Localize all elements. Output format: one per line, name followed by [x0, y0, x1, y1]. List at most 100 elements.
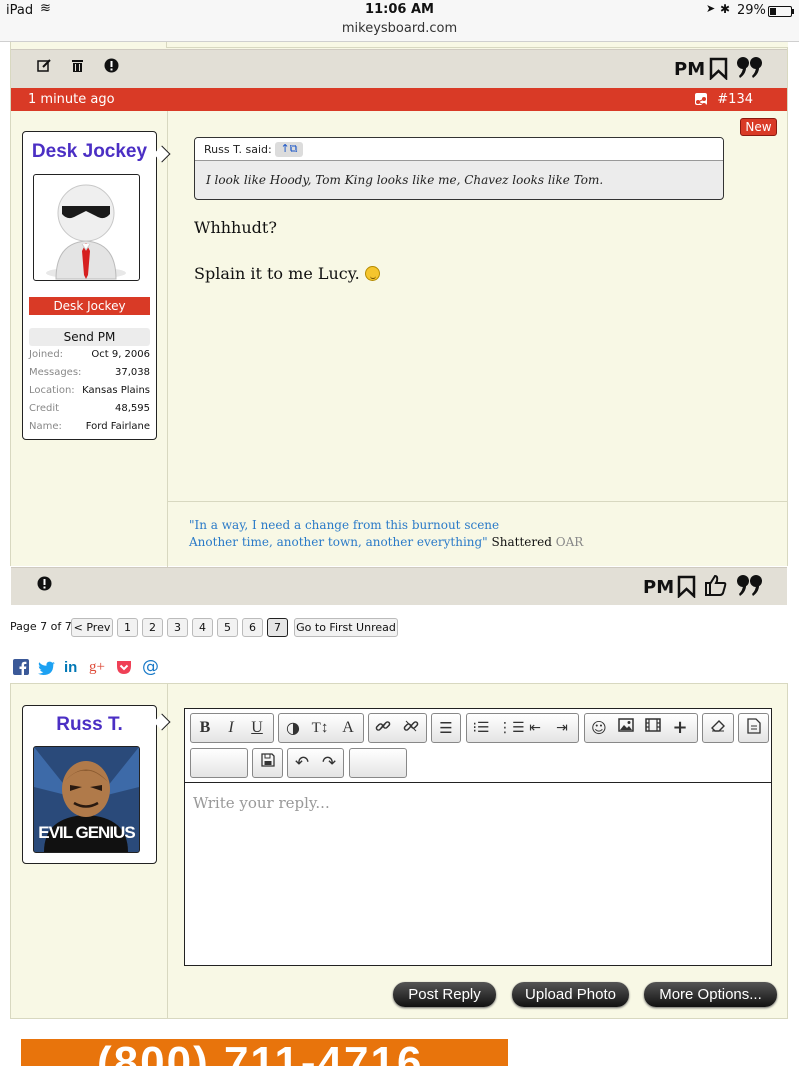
- more-insert-icon[interactable]: +: [670, 718, 690, 738]
- undo-icon[interactable]: ↶: [292, 753, 312, 773]
- pm-button[interactable]: PM: [674, 59, 705, 80]
- page: iPad ≋ 11:06 AM mikeysboard.com ➤ ✱ 29% …: [0, 0, 799, 1066]
- underline-button[interactable]: U: [247, 718, 267, 738]
- page-link[interactable]: 6: [242, 618, 263, 637]
- align-icon[interactable]: ☰: [436, 718, 456, 738]
- post-time[interactable]: 1 minute ago: [28, 92, 115, 107]
- page-link[interactable]: 5: [217, 618, 238, 637]
- toolbar-group-align: ☰: [431, 713, 461, 743]
- message-line: Splain it to me Lucy.: [194, 264, 380, 283]
- save-draft-icon[interactable]: [258, 753, 278, 773]
- linkedin-icon[interactable]: in: [64, 659, 77, 676]
- facebook-icon[interactable]: [13, 659, 29, 679]
- reply-textarea[interactable]: Write your reply...: [185, 782, 771, 965]
- color-icon[interactable]: ◑: [283, 718, 303, 738]
- link-icon[interactable]: [373, 718, 393, 738]
- source-icon[interactable]: [744, 718, 764, 738]
- reply-avatar[interactable]: EVIL GENIUS: [33, 746, 140, 853]
- media-icon[interactable]: [643, 718, 663, 738]
- toolbar-group-source: [738, 713, 769, 743]
- upload-photo-button[interactable]: Upload Photo: [512, 982, 629, 1007]
- page-link[interactable]: 3: [167, 618, 188, 637]
- address-bar-url[interactable]: mikeysboard.com: [0, 21, 799, 36]
- post-bottom-bar: PM: [11, 567, 787, 605]
- post-number-link[interactable]: #134: [717, 92, 753, 107]
- send-pm-button[interactable]: Send PM: [29, 328, 150, 346]
- report-icon[interactable]: [104, 58, 119, 77]
- stat-label: Name:: [29, 421, 62, 432]
- clock: 11:06 AM: [365, 2, 434, 17]
- bullet-list-icon[interactable]: ⁝☰: [471, 718, 491, 738]
- first-unread-button[interactable]: Go to First Unread: [294, 618, 398, 637]
- font-select[interactable]: [190, 748, 248, 778]
- stat-name: Name: Ford Fairlane: [29, 421, 150, 435]
- message-line: Whhhudt?: [194, 218, 277, 237]
- toolbar-group-format: B I U: [190, 713, 274, 743]
- smilie-icon[interactable]: ☺: [589, 718, 609, 738]
- more-options-button[interactable]: More Options...: [644, 982, 777, 1007]
- outdent-icon[interactable]: ⇤: [525, 718, 545, 738]
- quote-block: Russ T. said: ↑⧉ I look like Hoody, Tom …: [194, 137, 724, 200]
- report-icon[interactable]: [37, 576, 52, 595]
- ad-banner[interactable]: (800) 711-4716: [21, 1039, 508, 1066]
- quote-icon[interactable]: [737, 57, 763, 83]
- stat-label: Credit: [29, 403, 60, 414]
- bookmark-icon[interactable]: [677, 575, 696, 602]
- previous-post-edge: [166, 42, 788, 48]
- stat-value: 48,595: [115, 403, 150, 414]
- location-icon: ➤: [706, 2, 716, 15]
- reply-editor: B I U ◑ T↕ A ☰ ⁝☰ ⋮☰ ⇤ ⇥ ☺ + ↶ ↷ Write y…: [184, 708, 772, 966]
- stat-value: Kansas Plains: [82, 385, 150, 396]
- image-icon[interactable]: [616, 718, 636, 738]
- stat-location: Location: Kansas Plains: [29, 385, 150, 399]
- toolbar-group-style: ◑ T↕ A: [278, 713, 364, 743]
- author-name[interactable]: Desk Jockey: [22, 141, 157, 163]
- stat-value: 37,038: [115, 367, 150, 378]
- redo-icon[interactable]: ↷: [319, 753, 339, 773]
- pocket-icon[interactable]: [116, 660, 132, 679]
- italic-button[interactable]: I: [221, 718, 241, 738]
- quote-jump-icon[interactable]: ↑⧉: [275, 142, 303, 157]
- text-size-icon[interactable]: T↕: [310, 718, 330, 738]
- eraser-icon[interactable]: [708, 718, 728, 738]
- trash-icon[interactable]: [71, 58, 84, 77]
- share-icon[interactable]: [695, 93, 707, 107]
- bold-button[interactable]: B: [195, 718, 215, 738]
- post-reply-button[interactable]: Post Reply: [393, 982, 496, 1007]
- page-link[interactable]: 2: [142, 618, 163, 637]
- toolbar-group-insert: ☺ +: [584, 713, 698, 743]
- twitter-icon[interactable]: [38, 661, 55, 679]
- new-badge: New: [740, 118, 777, 136]
- indent-icon[interactable]: ⇥: [552, 718, 572, 738]
- post-header-bar: 1 minute ago #134: [11, 88, 787, 111]
- quote-icon[interactable]: [737, 575, 763, 601]
- toolbar-group-clear: [702, 713, 734, 743]
- avatar-caption: EVIL GENIUS: [38, 823, 135, 842]
- numbered-list-icon[interactable]: ⋮☰: [498, 718, 525, 738]
- quote-text: I look like Hoody, Tom King looks like m…: [206, 173, 604, 187]
- stat-joined: Joined: Oct 9, 2006: [29, 349, 150, 363]
- email-icon[interactable]: @: [142, 657, 159, 677]
- pm-button[interactable]: PM: [643, 577, 674, 598]
- page-link[interactable]: 1: [117, 618, 138, 637]
- signature-song: Shattered: [491, 535, 552, 549]
- wink-smiley-icon: [364, 266, 380, 281]
- like-icon[interactable]: [704, 573, 728, 601]
- prev-page-button[interactable]: < Prev: [71, 618, 113, 637]
- ad-phone-number: (800) 711-4716: [97, 1039, 424, 1066]
- font-icon[interactable]: A: [338, 718, 358, 738]
- unlink-icon[interactable]: [401, 718, 421, 738]
- edit-icon[interactable]: [37, 58, 52, 77]
- stat-value: Oct 9, 2006: [91, 349, 150, 360]
- bookmark-icon[interactable]: [709, 57, 728, 84]
- reply-author-name[interactable]: Russ T.: [22, 714, 157, 736]
- toolbar-group-save: [252, 748, 283, 778]
- avatar[interactable]: [33, 174, 140, 281]
- battery-level: [770, 8, 776, 15]
- ios-status-bar: iPad ≋ 11:06 AM mikeysboard.com ➤ ✱ 29%: [0, 0, 799, 42]
- page-link-current[interactable]: 7: [267, 618, 288, 637]
- size-select[interactable]: [349, 748, 407, 778]
- page-link[interactable]: 4: [192, 618, 213, 637]
- stat-label: Location:: [29, 385, 75, 396]
- googleplus-icon[interactable]: g+: [89, 659, 105, 676]
